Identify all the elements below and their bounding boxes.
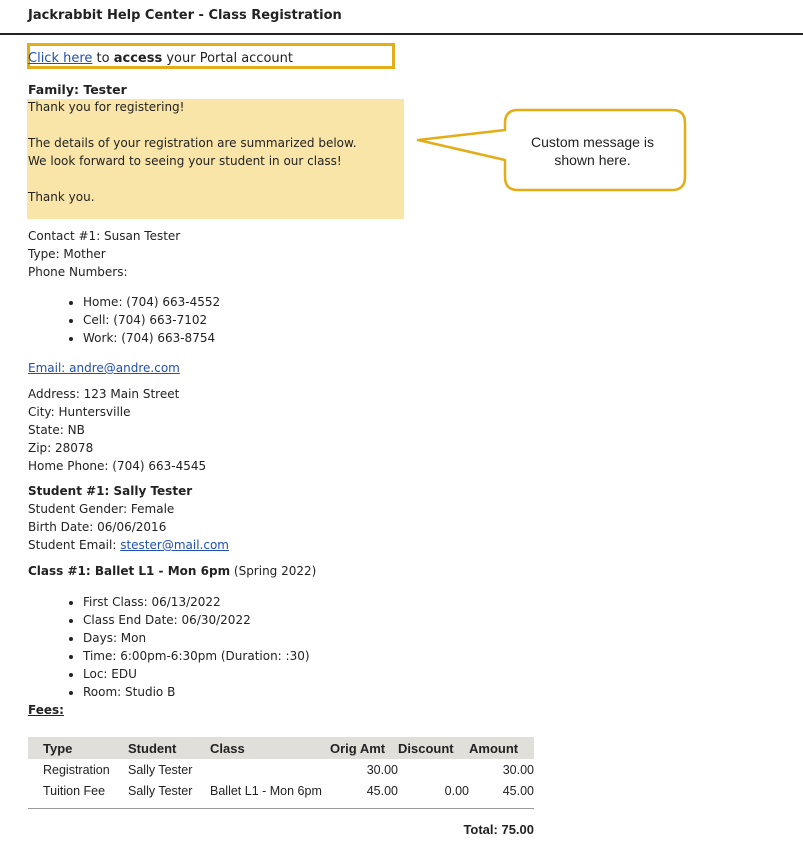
- student-email-line: Student Email: stester@mail.com: [28, 538, 229, 552]
- contact-name: Contact #1: Susan Tester: [28, 229, 181, 243]
- fees-col-type: Type: [28, 737, 128, 759]
- fees-divider: [28, 808, 534, 809]
- callout-line: Custom message is: [531, 134, 654, 150]
- phone-numbers-label: Phone Numbers:: [28, 265, 128, 279]
- class-details-list: First Class: 06/13/2022 Class End Date: …: [50, 593, 310, 701]
- portal-text-bold: access: [113, 51, 163, 66]
- phone-item: Cell: (704) 663-7102: [83, 311, 220, 329]
- fee-amount: 30.00: [502, 762, 534, 777]
- portal-text-post: your Portal account: [162, 51, 293, 66]
- portal-link[interactable]: Click here: [28, 51, 92, 66]
- student-email-link[interactable]: stester@mail.com: [120, 538, 229, 552]
- contact-email-link[interactable]: Email: andre@andre.com: [28, 361, 180, 375]
- class-title: Class #1: Ballet L1 - Mon 6pm: [28, 564, 231, 578]
- message-line: The details of your registration are sum…: [28, 136, 357, 150]
- header-divider: [0, 33, 803, 35]
- fee-type: Tuition Fee: [43, 783, 106, 798]
- message-line: We look forward to seeing your student i…: [28, 154, 342, 168]
- fees-table: Type Student Class Orig Amt Discount Amo…: [28, 737, 534, 801]
- phone-item: Work: (704) 663-8754: [83, 329, 220, 347]
- phone-list: Home: (704) 663-4552 Cell: (704) 663-710…: [50, 293, 220, 347]
- fees-label: Fees:: [28, 703, 64, 717]
- fee-class: [210, 759, 330, 780]
- class-detail-item: Days: Mon: [83, 629, 310, 647]
- student-email-label: Student Email:: [28, 538, 121, 552]
- page-title: Jackrabbit Help Center - Class Registrat…: [28, 8, 342, 23]
- fee-type: Registration: [43, 762, 110, 777]
- phone-item: Home: (704) 663-4552: [83, 293, 220, 311]
- fees-header-row: Type Student Class Orig Amt Discount Amo…: [28, 737, 534, 759]
- contact-type: Type: Mother: [28, 247, 106, 261]
- address-street: Address: 123 Main Street: [28, 387, 180, 401]
- student-title: Student #1: Sally Tester: [28, 484, 193, 498]
- class-heading: Class #1: Ballet L1 - Mon 6pm (Spring 20…: [28, 564, 316, 578]
- custom-message-box: Thank you for registering! The details o…: [27, 99, 404, 219]
- message-line: Thank you for registering!: [28, 100, 185, 114]
- class-detail-item: Loc: EDU: [83, 665, 310, 683]
- class-detail-item: Time: 6:00pm-6:30pm (Duration: :30): [83, 647, 310, 665]
- callout-text: Custom message is shown here.: [510, 133, 675, 169]
- fees-col-amount: Amount: [469, 737, 534, 759]
- portal-text-pre: to: [92, 51, 114, 66]
- home-phone: Home Phone: (704) 663-4545: [28, 459, 207, 473]
- address-zip: Zip: 28078: [28, 441, 94, 455]
- family-name: Family: Tester: [28, 82, 127, 97]
- fees-col-discount: Discount: [398, 737, 469, 759]
- class-detail-item: Class End Date: 06/30/2022: [83, 611, 310, 629]
- student-birth-date: Birth Date: 06/06/2016: [28, 520, 167, 534]
- callout-line: shown here.: [554, 152, 631, 168]
- address-state: State: NB: [28, 423, 85, 437]
- fee-discount: [398, 759, 469, 780]
- student-gender: Student Gender: Female: [28, 502, 175, 516]
- fee-discount: 0.00: [444, 783, 469, 798]
- message-line: Thank you.: [28, 190, 95, 204]
- fee-student: Sally Tester: [128, 762, 193, 777]
- fee-student: Sally Tester: [128, 783, 193, 798]
- table-row: Registration Sally Tester 30.00 30.00: [28, 759, 534, 780]
- class-detail-item: First Class: 06/13/2022: [83, 593, 310, 611]
- contact-email: Email: andre@andre.com: [28, 361, 180, 375]
- fee-class: Ballet L1 - Mon 6pm: [210, 783, 322, 798]
- class-detail-item: Room: Studio B: [83, 683, 310, 701]
- fees-col-student: Student: [128, 737, 210, 759]
- table-row: Tuition Fee Sally Tester Ballet L1 - Mon…: [28, 780, 534, 801]
- fee-amount: 45.00: [502, 783, 534, 798]
- fees-col-orig-amt: Orig Amt: [330, 737, 398, 759]
- fee-orig-amt: 30.00: [366, 762, 398, 777]
- fees-total: Total: 75.00: [463, 822, 534, 837]
- address-city: City: Huntersville: [28, 405, 131, 419]
- fee-orig-amt: 45.00: [366, 783, 398, 798]
- class-session: (Spring 2022): [230, 564, 317, 578]
- portal-access-line: Click here to access your Portal account: [28, 51, 293, 66]
- fees-col-class: Class: [210, 737, 330, 759]
